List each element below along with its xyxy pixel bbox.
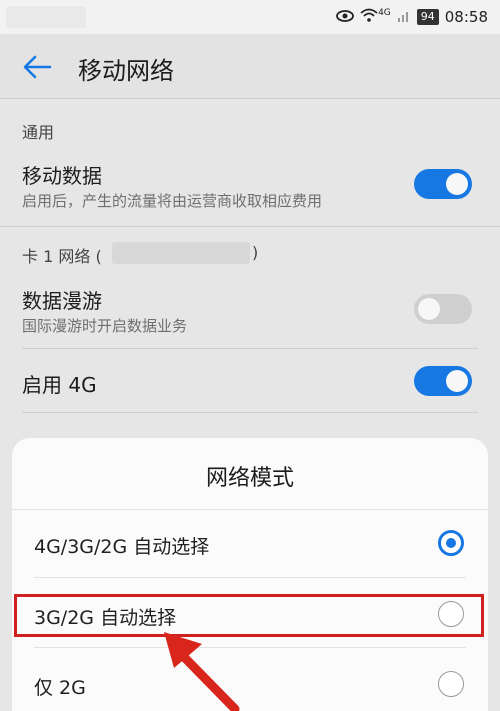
option-label: 4G/3G/2G 自动选择	[34, 536, 210, 558]
mobile-data-toggle[interactable]	[414, 169, 472, 199]
radio-unselected-icon[interactable]	[438, 671, 464, 697]
row-divider	[22, 412, 478, 413]
enable-4g-title: 启用 4G	[22, 373, 97, 397]
mobile-data-title: 移动数据	[22, 164, 102, 188]
network-mode-dialog: 网络模式 4G/3G/2G 自动选择 3G/2G 自动选择 仅 2G	[12, 438, 488, 711]
option-divider	[34, 577, 466, 578]
dialog-divider	[12, 509, 488, 510]
status-icons: 4G 94 08:58	[336, 6, 488, 28]
toggle-knob	[446, 173, 468, 195]
radio-selected-icon[interactable]	[438, 530, 464, 556]
arrow-left-icon	[23, 55, 52, 79]
appbar-divider	[0, 98, 500, 99]
toggle-knob	[418, 298, 440, 320]
option-label: 仅 2G	[34, 677, 86, 699]
network-type-label: 4G	[378, 8, 391, 18]
back-button[interactable]	[18, 48, 56, 86]
roaming-title: 数据漫游	[22, 289, 102, 313]
page-title: 移动网络	[78, 57, 174, 85]
option-divider	[34, 647, 466, 648]
card1-label-close: )	[252, 243, 259, 262]
card1-carrier-blur	[112, 242, 250, 264]
app-bar: 移动网络	[0, 34, 500, 98]
toggle-knob	[446, 370, 468, 392]
wifi-icon	[360, 8, 378, 26]
status-bar: 4G 94 08:58	[0, 0, 500, 34]
mobile-data-subtitle: 启用后，产生的流量将由运营商收取相应费用	[22, 192, 323, 210]
card1-label: 卡 1 网络 (	[22, 247, 102, 266]
roaming-toggle[interactable]	[414, 294, 472, 324]
section-header-general: 通用	[22, 123, 55, 142]
section-divider	[0, 226, 500, 227]
dialog-title: 网络模式	[205, 466, 294, 491]
signal-icon	[397, 8, 411, 26]
roaming-subtitle: 国际漫游时开启数据业务	[22, 317, 188, 335]
eye-icon	[336, 8, 354, 26]
battery-indicator: 94	[416, 9, 439, 25]
clock: 08:58	[444, 8, 488, 26]
annotation-arrow-icon	[164, 632, 240, 711]
section-header-card1: 卡 1 网络 (	[22, 243, 102, 267]
enable-4g-toggle[interactable]	[414, 366, 472, 396]
row-divider	[22, 348, 478, 349]
status-notification-blur	[6, 6, 86, 28]
